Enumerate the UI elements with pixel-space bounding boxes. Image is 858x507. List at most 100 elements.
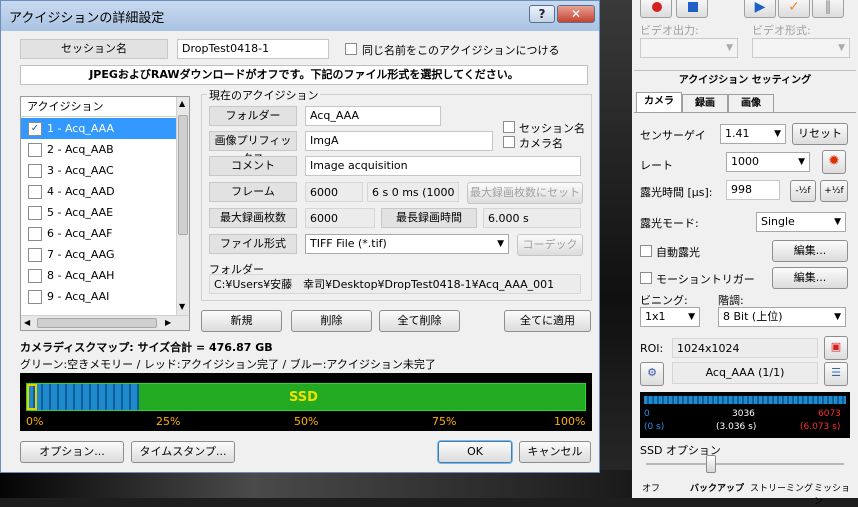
timeline-mid: 3036	[732, 409, 755, 419]
acquisition-checkbox[interactable]: ✓	[28, 122, 42, 136]
ssd-option-slider-track[interactable]	[646, 463, 844, 465]
motion-trigger-checkbox[interactable]	[640, 272, 652, 284]
folder-input[interactable]: Acq_AAA	[305, 106, 441, 126]
acquisition-label: 1 - Acq_AAA	[47, 122, 115, 135]
roi-square-icon: ▣	[830, 340, 842, 353]
tab-camera[interactable]: カメラ	[636, 92, 682, 112]
list-item[interactable]: 8 - Acq_AAH	[21, 265, 176, 286]
comment-input[interactable]: Image acquisition	[305, 156, 581, 176]
session-name-label: セッション名	[20, 39, 168, 59]
list-item[interactable]: ✓ 1 - Acq_AAA	[21, 118, 176, 139]
tab-image[interactable]: 画像	[728, 94, 774, 112]
acquisition-list-button[interactable]: ☰	[824, 362, 848, 386]
acquisition-checkbox[interactable]	[28, 143, 42, 157]
binning-select[interactable]: 1x1 ▼	[640, 307, 700, 327]
disk-map-panel: SSD 0% 25% 50% 75% 100%	[20, 373, 592, 431]
title-bar: アクイジションの詳細設定 ? ✕	[1, 1, 599, 31]
same-name-checkbox[interactable]	[345, 43, 357, 55]
current-acquisition-title: 現在のアクイジション	[207, 87, 321, 103]
motion-trigger-edit-button[interactable]: 編集...	[772, 267, 848, 289]
exposure-time-input[interactable]: 998	[726, 180, 780, 200]
roi-select-button[interactable]: ▣	[824, 336, 848, 360]
rate-value: 1000	[731, 155, 759, 168]
acquisition-list: アクイジション ✓ 1 - Acq_AAA 2 - Acq_AAB 3 - Acq_A…	[20, 96, 190, 331]
scroll-down-icon[interactable]: ▼	[179, 302, 185, 311]
bit-depth-select[interactable]: 8 Bit (上位) ▼	[718, 307, 846, 327]
new-button[interactable]: 新規	[201, 310, 282, 332]
exposure-mode-select[interactable]: Single ▼	[756, 212, 846, 232]
acquisition-settings-button[interactable]: ⚙	[640, 362, 664, 386]
list-item[interactable]: 9 - Acq_AAI	[21, 286, 176, 307]
options-button[interactable]: オプション...	[20, 441, 124, 463]
help-button[interactable]: ?	[529, 5, 555, 23]
record-button[interactable]	[640, 0, 672, 18]
exposure-mode-label: 露光モード:	[640, 217, 699, 230]
acquisition-checkbox[interactable]	[28, 227, 42, 241]
list-item[interactable]: 6 - Acq_AAF	[21, 223, 176, 244]
list-item[interactable]: 4 - Acq_AAD	[21, 181, 176, 202]
hscroll-thumb[interactable]	[37, 318, 157, 328]
scroll-left-icon[interactable]: ◀	[24, 318, 30, 327]
timestamp-button[interactable]: タイムスタンプ...	[131, 441, 235, 463]
delete-all-button[interactable]: 全て削除	[379, 310, 460, 332]
video-format-select[interactable]: ▼	[752, 38, 850, 58]
disk-usage-bar: SSD	[26, 383, 586, 411]
acquisition-checkbox[interactable]	[28, 206, 42, 220]
close-button[interactable]: ✕	[557, 5, 595, 23]
rate-preset-button[interactable]: ✹	[822, 150, 846, 174]
acquisition-checkbox[interactable]	[28, 290, 42, 304]
ok-check-button[interactable]: ✓	[778, 0, 810, 18]
format-warning-banner: JPEGおよびRAWダウンロードがオフです。下記のファイル形式を選択してください…	[20, 65, 588, 85]
timeline-panel[interactable]: 0 3036 6073 (0 s) (3.036 s) (6.073 s)	[640, 392, 850, 438]
file-format-label: ファイル形式	[209, 234, 297, 254]
acquisition-checkbox[interactable]	[28, 185, 42, 199]
exposure-plus-half-button[interactable]: +½f	[820, 180, 848, 202]
exposure-minus-half-button[interactable]: -½f	[790, 180, 816, 202]
set-max-frames-button[interactable]: 最大録画枚数にセット	[467, 182, 583, 204]
session-name-prefix-checkbox[interactable]	[503, 121, 515, 133]
play-icon: ▶	[754, 0, 766, 15]
acquisition-rows: ✓ 1 - Acq_AAA 2 - Acq_AAB 3 - Acq_AAC 4 - Ac…	[21, 118, 176, 307]
play-button[interactable]: ▶	[744, 0, 776, 18]
list-item[interactable]: 3 - Acq_AAC	[21, 160, 176, 181]
file-format-select[interactable]: TIFF File (*.tif) ▼	[305, 234, 509, 254]
cancel-button[interactable]: キャンセル	[519, 441, 591, 463]
vertical-scrollbar[interactable]: ▲ ▼	[176, 97, 189, 315]
list-item[interactable]: 2 - Acq_AAB	[21, 139, 176, 160]
image-prefix-input[interactable]: ImgA	[305, 131, 493, 151]
reset-button[interactable]: リセット	[792, 123, 848, 145]
list-item[interactable]: 5 - Acq_AAE	[21, 202, 176, 223]
session-name-input[interactable]: DropTest0418-1	[177, 39, 329, 59]
frames-value[interactable]: 6000	[305, 182, 363, 202]
ssd-option-slider-thumb[interactable]	[706, 455, 716, 473]
horizontal-scrollbar[interactable]: ◀ ▶	[21, 315, 189, 330]
max-time-value: 6.000 s	[483, 208, 581, 228]
acquisition-checkbox[interactable]	[28, 248, 42, 262]
codec-button[interactable]: コーデック	[517, 234, 583, 256]
ok-button[interactable]: OK	[438, 441, 512, 463]
sensor-gain-select[interactable]: 1.41 ▼	[720, 124, 786, 144]
image-prefix-label: 画像プリフィックス	[209, 131, 297, 165]
scroll-right-icon[interactable]: ▶	[165, 318, 171, 327]
camera-name-label: カメラ名	[519, 137, 563, 150]
current-acquisition-marker	[27, 384, 37, 410]
rate-select[interactable]: 1000 ▼	[726, 152, 810, 172]
auto-exposure-edit-button[interactable]: 編集...	[772, 240, 848, 262]
acquisition-checkbox[interactable]	[28, 269, 42, 283]
frames-duration: 6 s 0 ms (1000 fp	[367, 182, 459, 202]
list-icon: ☰	[831, 366, 841, 379]
stop-button[interactable]	[676, 0, 708, 18]
list-item[interactable]: 7 - Acq_AAG	[21, 244, 176, 265]
disk-map-legend: グリーン:空きメモリー / レッド:アクイジション完了 / ブルー:アクイジショ…	[20, 358, 436, 371]
binning-value: 1x1	[645, 310, 666, 323]
auto-exposure-checkbox[interactable]	[640, 245, 652, 257]
scroll-up-icon[interactable]: ▲	[179, 99, 185, 108]
tab-recording[interactable]: 録画	[682, 94, 728, 112]
attach-button[interactable]: ∥	[812, 0, 844, 18]
video-output-select[interactable]: ▼	[640, 38, 738, 58]
delete-button[interactable]: 削除	[291, 310, 372, 332]
apply-all-button[interactable]: 全てに適用	[504, 310, 591, 332]
camera-name-checkbox[interactable]	[503, 136, 515, 148]
scroll-thumb[interactable]	[178, 115, 188, 235]
acquisition-checkbox[interactable]	[28, 164, 42, 178]
